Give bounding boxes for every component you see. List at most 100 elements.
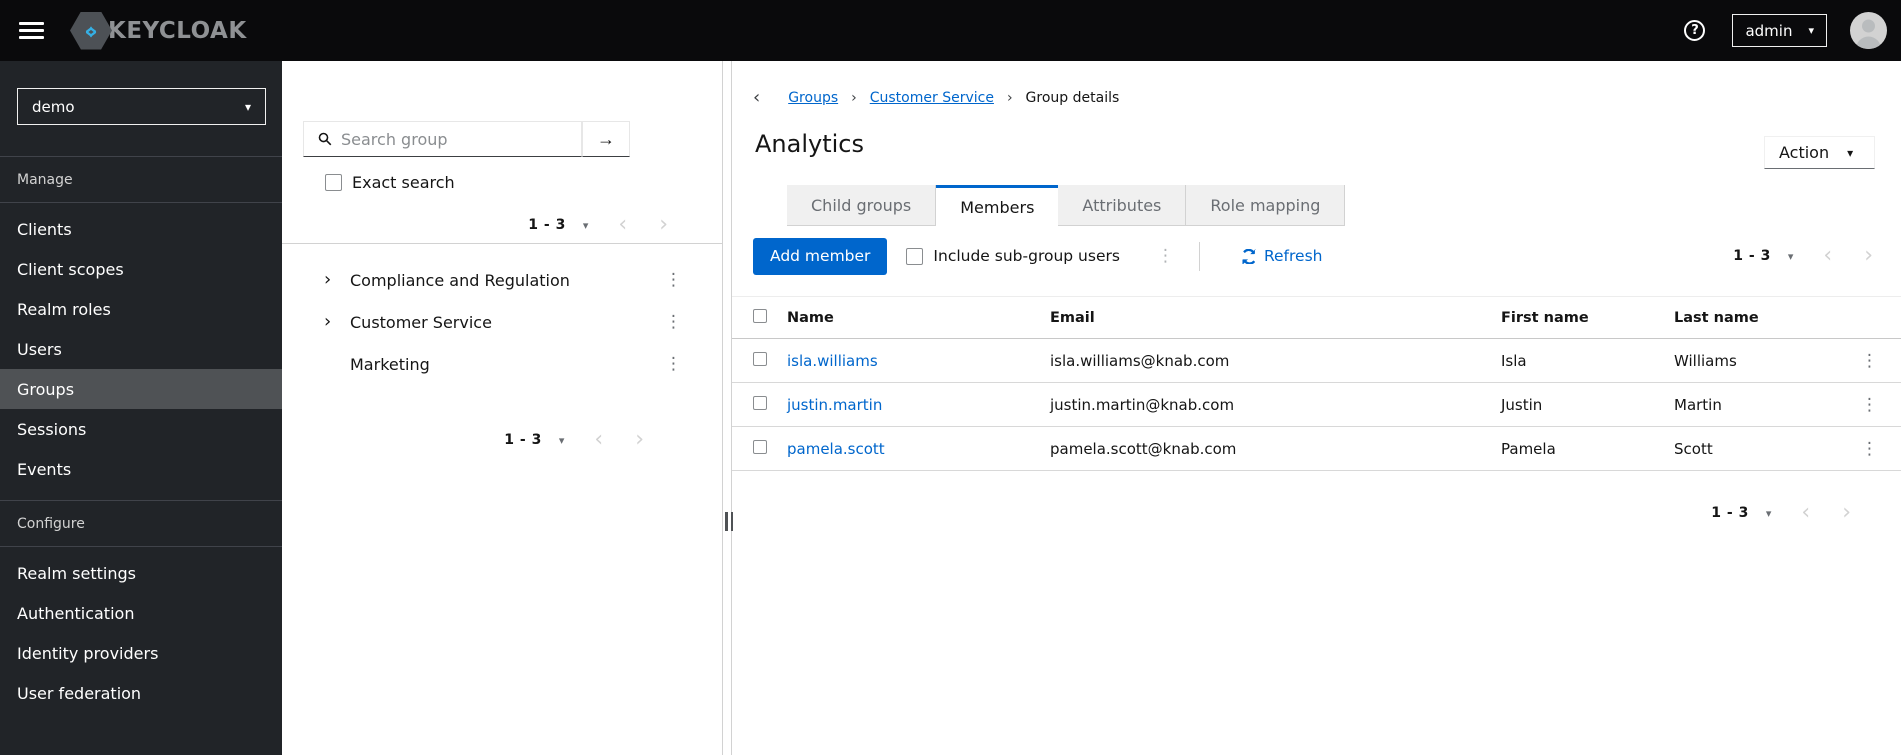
prev-page-icon[interactable]: ‹ xyxy=(578,429,619,451)
add-member-button[interactable]: Add member xyxy=(753,237,888,275)
next-page-icon[interactable]: › xyxy=(1848,245,1889,267)
group-search-input[interactable] xyxy=(341,129,581,149)
page-title: Analytics xyxy=(755,130,864,158)
member-first-name: Isla xyxy=(1501,351,1527,370)
breadcrumb-link-customer-service[interactable]: Customer Service xyxy=(870,90,994,106)
sidebar-item-events[interactable]: Events xyxy=(0,449,282,489)
breadcrumb-link-groups[interactable]: Groups xyxy=(788,90,838,106)
user-menu-label: admin xyxy=(1745,21,1793,40)
member-email: justin.martin@knab.com xyxy=(1050,395,1235,414)
search-submit-button[interactable]: → xyxy=(582,121,630,157)
column-header-email: Email xyxy=(1050,309,1095,326)
tree-item-label: Compliance and Regulation xyxy=(350,270,570,290)
exact-search-label: Exact search xyxy=(352,173,455,192)
refresh-icon xyxy=(1242,248,1256,264)
tree-item-label: Customer Service xyxy=(350,312,492,332)
row-kebab-menu-icon[interactable]: ⋮ xyxy=(1861,395,1878,415)
tree-item-compliance-and-regulation[interactable]: › Compliance and Regulation ⋮ xyxy=(282,259,722,301)
prev-page-icon[interactable]: ‹ xyxy=(602,214,643,236)
member-link[interactable]: pamela.scott xyxy=(787,440,885,458)
next-page-icon[interactable]: › xyxy=(643,214,684,236)
tabs: Child groups Members Attributes Role map… xyxy=(787,185,1901,226)
sidebar-item-realm-roles[interactable]: Realm roles xyxy=(0,289,282,329)
nav-section-manage: Manage xyxy=(0,157,282,203)
member-first-name: Pamela xyxy=(1501,439,1556,458)
avatar[interactable] xyxy=(1850,12,1887,49)
prev-page-icon[interactable]: ‹ xyxy=(1807,245,1848,267)
sidebar-item-clients[interactable]: Clients xyxy=(0,209,282,249)
member-first-name: Justin xyxy=(1501,395,1543,414)
table-header-row: Name Email First name Last name xyxy=(732,297,1901,339)
include-subgroup-users-label: Include sub-group users xyxy=(933,247,1120,265)
members-pagination-bottom: 1 - 3 ▾ ‹ › xyxy=(732,495,1901,531)
chevron-right-icon[interactable]: › xyxy=(324,271,340,289)
pagination-options-caret-icon[interactable]: ▾ xyxy=(1788,250,1794,263)
select-all-checkbox[interactable] xyxy=(753,309,767,323)
include-subgroup-users-checkbox[interactable] xyxy=(906,247,924,265)
pagination-options-caret-icon[interactable]: ▾ xyxy=(1766,507,1772,520)
refresh-label: Refresh xyxy=(1263,247,1323,265)
chevron-right-icon[interactable]: › xyxy=(324,313,340,331)
keycloak-logo: ‹ › KEYCLOAK xyxy=(70,11,247,50)
pagination-options-caret-icon[interactable]: ▾ xyxy=(559,434,565,447)
tree-item-customer-service[interactable]: › Customer Service ⋮ xyxy=(282,301,722,343)
realm-selector-value: demo xyxy=(32,97,75,116)
exact-search-checkbox[interactable] xyxy=(325,174,342,191)
keycloak-hexagon-icon: ‹ › xyxy=(70,11,112,50)
table-row: isla.williams isla.williams@knab.com Isl… xyxy=(732,339,1901,383)
row-checkbox[interactable] xyxy=(753,440,767,454)
toolbar-kebab-menu-icon[interactable]: ⋮ xyxy=(1157,247,1174,265)
sidebar-item-identity-providers[interactable]: Identity providers xyxy=(0,633,282,673)
tree-item-label: Marketing xyxy=(350,354,430,374)
row-kebab-menu-icon[interactable]: ⋮ xyxy=(1861,439,1878,459)
action-dropdown-label: Action xyxy=(1779,143,1830,162)
pagination-range: 1 - 3 xyxy=(504,432,542,448)
member-link[interactable]: isla.williams xyxy=(787,352,878,370)
tab-role-mapping[interactable]: Role mapping xyxy=(1186,185,1346,226)
action-dropdown[interactable]: Action ▾ xyxy=(1764,136,1875,169)
sidebar: demo ▾ Manage Clients Client scopes Real… xyxy=(0,61,282,755)
prev-page-icon[interactable]: ‹ xyxy=(1785,502,1826,524)
pagination-options-caret-icon[interactable]: ▾ xyxy=(583,219,589,232)
user-menu-dropdown[interactable]: admin ▾ xyxy=(1732,14,1827,47)
help-icon[interactable]: ? xyxy=(1684,20,1706,41)
realm-selector[interactable]: demo ▾ xyxy=(17,88,266,125)
tab-members[interactable]: Members xyxy=(936,185,1059,226)
chevron-down-icon: ▾ xyxy=(244,99,251,114)
next-page-icon[interactable]: › xyxy=(619,429,660,451)
sidebar-item-sessions[interactable]: Sessions xyxy=(0,409,282,449)
row-kebab-menu-icon[interactable]: ⋮ xyxy=(1861,351,1878,371)
group-tree: › Compliance and Regulation ⋮ › Customer… xyxy=(282,244,722,385)
sidebar-item-groups[interactable]: Groups xyxy=(0,369,282,409)
member-last-name: Martin xyxy=(1674,395,1722,414)
member-email: isla.williams@knab.com xyxy=(1050,351,1230,370)
nav-toggle-icon[interactable] xyxy=(19,18,44,43)
tab-child-groups[interactable]: Child groups xyxy=(787,185,937,226)
member-last-name: Williams xyxy=(1674,351,1737,370)
kebab-menu-icon[interactable]: ⋮ xyxy=(665,271,682,289)
sidebar-item-client-scopes[interactable]: Client scopes xyxy=(0,249,282,289)
row-checkbox[interactable] xyxy=(753,352,767,366)
breadcrumb-back-icon[interactable]: ‹ xyxy=(753,89,760,107)
sidebar-item-users[interactable]: Users xyxy=(0,329,282,369)
member-link[interactable]: justin.martin xyxy=(787,396,882,414)
next-page-icon[interactable]: › xyxy=(1826,502,1867,524)
row-checkbox[interactable] xyxy=(753,396,767,410)
sidebar-item-user-federation[interactable]: User federation xyxy=(0,673,282,713)
tree-pagination-bottom: 1 - 3 ▾ ‹ › xyxy=(282,422,722,458)
members-table: Name Email First name Last name isla.wil… xyxy=(732,296,1901,471)
tree-item-marketing[interactable]: Marketing ⋮ xyxy=(282,343,722,385)
kebab-menu-icon[interactable]: ⋮ xyxy=(665,355,682,373)
member-last-name: Scott xyxy=(1674,439,1713,458)
tab-attributes[interactable]: Attributes xyxy=(1058,185,1187,226)
breadcrumb-separator-icon: › xyxy=(1006,90,1013,106)
tree-pagination-top: 1 - 3 ▾ ‹ › xyxy=(282,207,722,243)
refresh-button[interactable]: Refresh xyxy=(1242,247,1323,265)
sidebar-item-realm-settings[interactable]: Realm settings xyxy=(0,553,282,593)
sidebar-item-authentication[interactable]: Authentication xyxy=(0,593,282,633)
member-email: pamela.scott@knab.com xyxy=(1050,439,1237,458)
panel-resize-handle[interactable] xyxy=(725,512,736,531)
breadcrumb-separator-icon: › xyxy=(851,90,857,106)
kebab-menu-icon[interactable]: ⋮ xyxy=(665,313,682,331)
members-toolbar: Add member Include sub-group users ⋮ Ref… xyxy=(732,237,1901,275)
